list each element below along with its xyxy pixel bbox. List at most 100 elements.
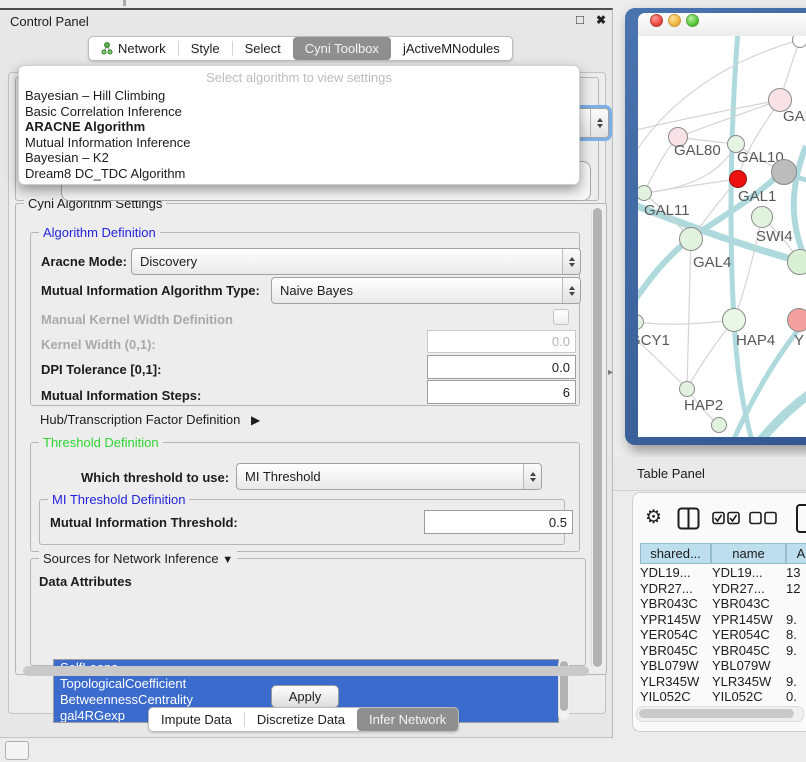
algorithm-option[interactable]: Bayesian – Hill Climbing — [19, 88, 579, 104]
table-cell: YBR043C — [712, 596, 786, 612]
aracne-mode-combobox[interactable]: Discovery — [131, 248, 581, 275]
bottom-tabbar: Impute Data Discretize DataInfer Network — [148, 707, 459, 732]
settings-scrollbar[interactable] — [591, 207, 603, 669]
bottom-tab-impute-data[interactable]: Impute Data — [149, 708, 244, 731]
node-label: HAP4 — [736, 332, 775, 349]
table-cell: YLR345W — [640, 674, 712, 690]
settings-hscrollbar[interactable] — [23, 666, 589, 676]
mi-type-combobox[interactable]: Naive Bayes — [271, 277, 581, 304]
table-cell: YBR045C — [712, 643, 786, 659]
network-node-swi4[interactable] — [787, 249, 806, 275]
column-header-name[interactable]: name — [711, 543, 786, 564]
table-row[interactable]: YER054CYER054C8. — [640, 627, 806, 643]
mi-threshold-field[interactable]: 0.5 — [424, 510, 573, 534]
which-threshold-label: Which threshold to use: — [81, 470, 229, 485]
algorithm-option[interactable]: Bayesian – K2 — [19, 150, 579, 166]
tab-label: Select — [245, 41, 281, 56]
algorithm-option[interactable]: Dream8 DC_TDC Algorithm — [19, 166, 579, 182]
network-node-y[interactable] — [787, 308, 806, 332]
gear-icon[interactable]: ⚙ — [645, 506, 662, 529]
tab-label: Impute Data — [161, 712, 232, 727]
column-browser-icon[interactable] — [677, 507, 700, 530]
mi-type-label: Mutual Information Algorithm Type: — [41, 283, 260, 298]
select-all-checkboxes-icon[interactable] — [712, 511, 742, 525]
zoom-traffic-light[interactable] — [686, 14, 699, 27]
sources-group: Sources for Network Inference ▼ Data Att… — [30, 558, 586, 666]
hub-definition-expander[interactable]: Hub/Transcription Factor Definition ▶ — [40, 412, 260, 427]
table-row[interactable]: YPR145WYPR145W9. — [640, 612, 806, 628]
manual-kernel-checkbox[interactable] — [553, 309, 569, 325]
deselect-all-checkboxes-icon[interactable] — [749, 511, 779, 525]
kernel-width-value: 0.0 — [552, 334, 570, 349]
float-window-icon[interactable]: □ — [576, 13, 584, 27]
tab-jactivemnodules[interactable]: jActiveMNodules — [391, 37, 512, 60]
tab-network[interactable]: Network — [89, 37, 178, 60]
table-row[interactable]: YDR27...YDR27...12 — [640, 581, 806, 597]
aracne-mode-label: Aracne Mode: — [41, 254, 127, 269]
column-header-shared-name[interactable]: shared... — [640, 543, 711, 564]
node-label: Y — [794, 332, 804, 349]
table-row[interactable]: YLR345WYLR345W9. — [640, 674, 806, 690]
sources-group-title[interactable]: Sources for Network Inference ▼ — [39, 551, 237, 568]
table-row[interactable]: YBR043CYBR043C — [640, 596, 806, 612]
which-threshold-combobox[interactable]: MI Threshold — [236, 463, 542, 490]
table-row[interactable]: YBR045CYBR045C9. — [640, 643, 806, 659]
table-row[interactable]: YDL19...YDL19...13 — [640, 565, 806, 581]
algorithm-dropdown-popup: Select algorithm to view settings Bayesi… — [18, 65, 580, 185]
manual-kernel-label: Manual Kernel Width Definition — [41, 312, 233, 327]
bottom-tab-infer-network[interactable]: Infer Network — [357, 708, 458, 731]
network-node[interactable] — [792, 36, 806, 48]
algorithm-option[interactable]: Mutual Information Inference — [19, 135, 579, 151]
table-cell: YIL052C — [640, 689, 712, 701]
bottom-tab-discretize-data[interactable]: Discretize Data — [245, 708, 357, 731]
network-canvas[interactable]: GALGAL80GAL10GAL1GAL11SWI4GAL4GCY1HAP4YH… — [638, 36, 806, 437]
table-hscrollbar[interactable] — [636, 706, 804, 722]
table-cell: 9. — [786, 612, 806, 628]
collapse-down-icon: ▼ — [222, 554, 233, 566]
tab-cyni-toolbox[interactable]: Cyni Toolbox — [293, 37, 391, 60]
network-tab-icon — [101, 42, 113, 55]
new-table-icon[interactable] — [796, 504, 806, 533]
close-icon[interactable]: ✖ — [596, 13, 606, 27]
mi-type-value: Naive Bayes — [280, 283, 353, 298]
table-cell: YDL19... — [640, 565, 712, 581]
combo-stepper-icon — [562, 278, 580, 303]
network-node-gal1[interactable] — [751, 206, 773, 228]
algorithm-definition-title: Algorithm Definition — [39, 225, 160, 240]
bottom-left-button[interactable] — [5, 741, 29, 760]
apply-button[interactable]: Apply — [271, 685, 339, 708]
which-threshold-value: MI Threshold — [245, 469, 321, 484]
column-header-clipped[interactable]: A — [786, 543, 806, 564]
algorithm-list: Bayesian – Hill ClimbingBasic Correlatio… — [19, 88, 579, 181]
network-node[interactable] — [771, 159, 797, 185]
dpi-tolerance-field[interactable]: 0.0 — [427, 355, 576, 379]
algorithm-option[interactable]: Basic Correlation Inference — [19, 104, 579, 120]
table-hscrollbar-thumb[interactable] — [639, 709, 794, 718]
network-window-titlebar[interactable] — [638, 13, 806, 36]
minimize-traffic-light[interactable] — [668, 14, 681, 27]
table-cell: 9. — [786, 674, 806, 690]
table-cell: YER054C — [640, 627, 712, 643]
mi-steps-field[interactable]: 6 — [427, 380, 576, 404]
header-label: shared... — [650, 546, 701, 561]
combo-stepper-icon — [562, 249, 580, 274]
algorithm-option[interactable]: ARACNE Algorithm — [19, 119, 579, 135]
mi-threshold-group-title: MI Threshold Definition — [48, 492, 189, 507]
tab-select[interactable]: Select — [233, 37, 293, 60]
tab-style[interactable]: Style — [179, 37, 232, 60]
kernel-width-field[interactable]: 0.0 — [427, 330, 576, 353]
settings-scrollbar-thumb[interactable] — [593, 208, 602, 667]
divider-arrow-icon[interactable]: ▸ — [608, 367, 613, 378]
node-label: GAL11 — [644, 202, 690, 219]
network-node[interactable] — [711, 417, 727, 433]
network-node-gal4[interactable] — [679, 227, 703, 251]
network-view-window[interactable]: GALGAL80GAL10GAL1GAL11SWI4GAL4GCY1HAP4YH… — [625, 8, 806, 445]
network-node-hap2[interactable] — [679, 381, 695, 397]
table-row[interactable]: YBL079WYBL079W — [640, 658, 806, 674]
table-row[interactable]: YIL052CYIL052C0. — [640, 689, 806, 701]
data-attributes-label: Data Attributes — [39, 574, 132, 589]
apply-button-label: Apply — [289, 689, 322, 704]
network-node[interactable] — [729, 170, 747, 188]
close-traffic-light[interactable] — [650, 14, 663, 27]
network-node-hap4[interactable] — [722, 308, 746, 332]
